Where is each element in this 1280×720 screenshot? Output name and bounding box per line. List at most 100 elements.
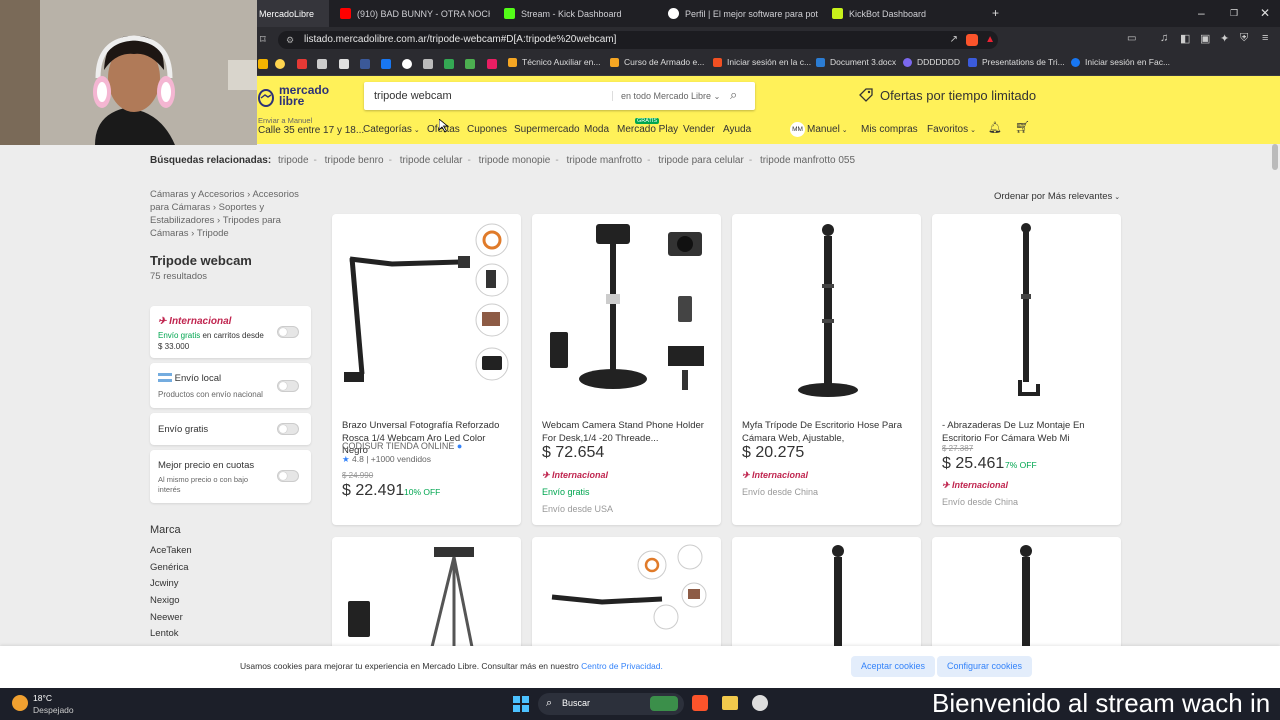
menu-icon[interactable]: ≡ (1262, 32, 1268, 44)
breadcrumb-link[interactable]: Tripodes para (223, 215, 281, 226)
wallet-icon[interactable]: ▣ (1200, 32, 1210, 45)
product-card[interactable] (532, 537, 721, 657)
nav-help[interactable]: Ayuda (723, 124, 751, 135)
close-icon[interactable]: ✕ (328, 7, 329, 20)
related-link[interactable]: tripode manfrotto 055 (760, 155, 855, 166)
breadcrumb-link[interactable]: Cámaras y Accesorios (150, 189, 245, 200)
product-image[interactable] (932, 537, 1121, 647)
tab-youtube[interactable]: (910) BAD BUNNY - OTRA NOCHE EN (340, 0, 490, 27)
brand-filter-item[interactable]: Lentok (150, 628, 179, 639)
product-card[interactable] (732, 537, 921, 657)
facebook-icon[interactable] (381, 59, 391, 69)
product-image[interactable] (332, 214, 521, 404)
leo-icon[interactable]: ✦ (1220, 32, 1229, 45)
ship-address[interactable]: Calle 35 entre 17 y 18... (258, 125, 364, 136)
breadcrumb-link[interactable]: Accesorios (252, 189, 298, 200)
product-title[interactable]: Myfa Trípode De Escritorio Hose Para Cám… (742, 420, 912, 445)
nav-supermarket[interactable]: Supermercado (514, 124, 580, 135)
filter-installments[interactable]: Mejor precio en cuotas Al mismo precio o… (150, 450, 311, 503)
product-image[interactable] (532, 214, 721, 404)
windows-start-icon[interactable] (513, 696, 529, 712)
breadcrumb-link[interactable]: para Cámaras (150, 202, 210, 213)
file-explorer-icon[interactable] (722, 696, 738, 710)
brand-filter-item[interactable]: AceTaken (150, 545, 192, 556)
local-shipping-toggle[interactable] (277, 380, 299, 392)
bookmark-item[interactable]: DDDDDDD (903, 57, 960, 67)
free-shipping-toggle[interactable] (277, 423, 299, 435)
minimize-icon[interactable]: – (1198, 6, 1205, 20)
installments-toggle[interactable] (277, 470, 299, 482)
bookmark-item[interactable]: Document 3.docx (816, 57, 896, 67)
product-image[interactable] (932, 214, 1121, 404)
music-icon[interactable]: ♫ (1160, 32, 1168, 44)
bookmark-shortcut-icon[interactable] (402, 59, 412, 69)
weather-temp[interactable]: 18°C (33, 693, 52, 703)
related-link[interactable]: tripode celular (400, 155, 463, 166)
nav-sell[interactable]: Vender (683, 124, 715, 135)
breadcrumb-link[interactable]: Cámaras (150, 228, 189, 239)
bookmark-shortcut-icon[interactable] (297, 59, 307, 69)
sort-control[interactable]: Ordenar por Más relevantes ⌄ (994, 191, 1120, 202)
bookmark-icon[interactable]: ⌑ (260, 33, 266, 46)
bookmark-shortcut-icon[interactable] (465, 59, 475, 69)
bookmark-shortcut-icon[interactable] (258, 59, 268, 69)
privacy-center-link[interactable]: Centro de Privacidad. (581, 661, 663, 671)
bookmark-item[interactable]: Iniciar sesión en Fac... (1071, 57, 1170, 67)
product-card[interactable]: Myfa Trípode De Escritorio Hose Para Cám… (732, 214, 921, 525)
obs-icon[interactable] (752, 695, 768, 711)
product-card[interactable] (332, 537, 521, 657)
product-card[interactable] (932, 537, 1121, 657)
nav-fashion[interactable]: Moda (584, 124, 609, 135)
nav-categories[interactable]: Categorías ⌄ (363, 124, 420, 135)
tab-kick-dashboard[interactable]: Stream - Kick Dashboard (504, 0, 654, 27)
cart-icon[interactable]: 🛒︎ (1015, 120, 1030, 134)
avatar[interactable]: MM (790, 122, 805, 137)
notifications-bell-icon[interactable]: 🔔︎ (988, 121, 1002, 134)
filter-local-shipping[interactable]: Envío local Productos con envío nacional (150, 363, 311, 408)
international-toggle[interactable] (277, 326, 299, 338)
search-bar[interactable]: tripode webcam en todo Mercado Libre ⌄ ⌕ (364, 82, 755, 110)
favorites-menu[interactable]: Favoritos ⌄ (927, 124, 976, 135)
configure-cookies-button[interactable]: Configurar cookies (937, 656, 1033, 677)
brave-rewards-icon[interactable]: ▲ (985, 31, 995, 49)
tab-mercadolibre[interactable]: MercadoLibre ✕ (257, 0, 329, 27)
bookmark-shortcut-icon[interactable] (317, 59, 327, 69)
bookmark-item[interactable]: Iniciar sesión en la c... (713, 57, 811, 67)
product-title[interactable]: - Abrazaderas De Luz Montaje En Escritor… (942, 420, 1112, 445)
brand-filter-item[interactable]: Neewer (150, 612, 183, 623)
product-card[interactable]: Webcam Camera Stand Phone Holder For Des… (532, 214, 721, 525)
offers-banner[interactable]: Ofertas por tiempo limitado (858, 87, 1036, 103)
product-title[interactable]: Webcam Camera Stand Phone Holder For Des… (542, 420, 712, 445)
search-input[interactable]: tripode webcam (374, 90, 452, 102)
bookmark-item[interactable]: Técnico Auxiliar en... (508, 57, 600, 67)
bookmark-shortcut-icon[interactable] (487, 59, 497, 69)
user-menu[interactable]: Manuel ⌄ (807, 124, 848, 135)
breadcrumb-link[interactable]: Soportes y (219, 202, 264, 213)
brand-filter-item[interactable]: Genérica (150, 562, 189, 573)
filter-free-shipping[interactable]: Envío gratis (150, 413, 311, 445)
brave-icon[interactable] (692, 695, 708, 711)
related-link[interactable]: tripode (278, 155, 309, 166)
product-title[interactable]: Brazo Unversal Fotografía Reforzado Rosc… (342, 420, 512, 458)
filter-international[interactable]: ✈ Internacional Envío gratis en carritos… (150, 306, 311, 358)
bookmark-item[interactable]: Curso de Armado e... (610, 57, 704, 67)
vpn-icon[interactable]: ⛨ (1240, 32, 1248, 45)
related-link[interactable]: tripode monopie (479, 155, 551, 166)
bookmark-shortcut-icon[interactable] (444, 59, 454, 69)
sidebar-icon[interactable]: ◧ (1180, 32, 1190, 45)
product-image[interactable] (732, 537, 921, 647)
bookmark-shortcut-icon[interactable] (423, 59, 433, 69)
restore-icon[interactable]: ❐ (1230, 8, 1238, 19)
brand-filter-item[interactable]: Nexigo (150, 595, 180, 606)
window-close-icon[interactable]: ✕ (1260, 6, 1270, 20)
url-field[interactable]: ⚙ listado.mercadolibre.com.ar/tripode-we… (278, 31, 998, 49)
bookmark-item[interactable]: Presentations de Tri... (968, 57, 1065, 67)
breadcrumb-link[interactable]: Estabilizadores (150, 215, 214, 226)
product-card[interactable]: - Abrazaderas De Luz Montaje En Escritor… (932, 214, 1121, 525)
related-link[interactable]: tripode para celular (658, 155, 744, 166)
search-scope-select[interactable]: en todo Mercado Libre ⌄ (612, 91, 720, 101)
taskbar-search[interactable]: ⌕ Buscar (538, 693, 684, 715)
related-link[interactable]: tripode manfrotto (566, 155, 642, 166)
search-icon[interactable]: ⌕ (730, 87, 737, 103)
product-image[interactable] (732, 214, 921, 404)
